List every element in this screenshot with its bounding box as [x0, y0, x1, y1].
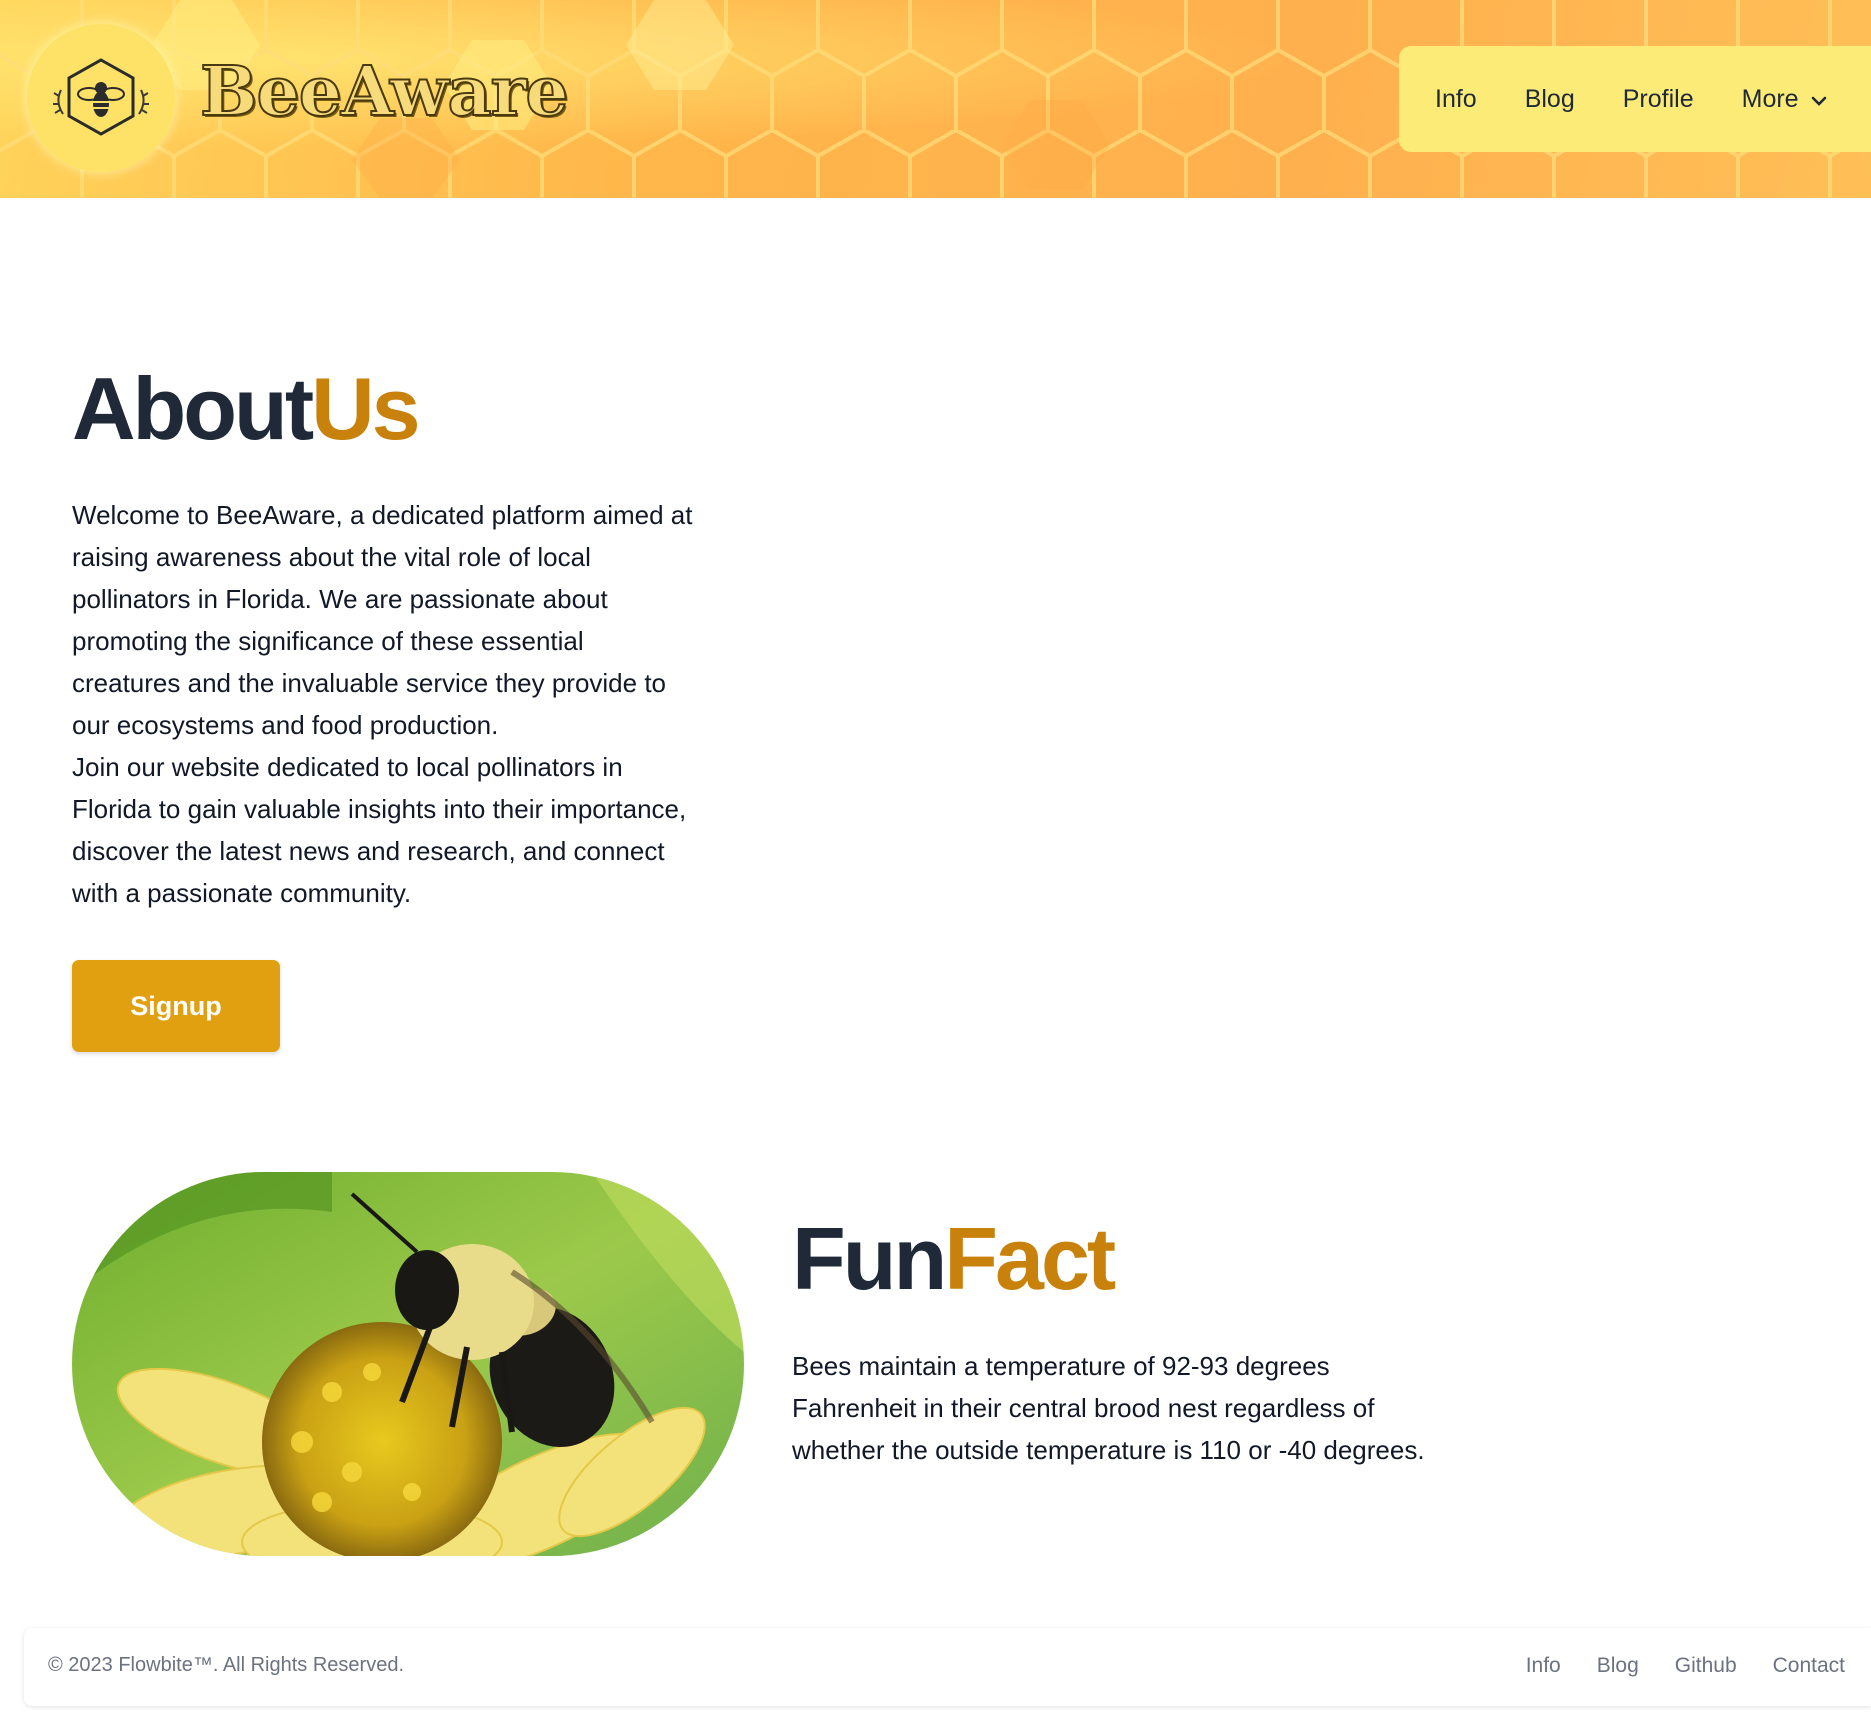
chevron-down-icon [1811, 85, 1827, 114]
footer-link-info[interactable]: Info [1526, 1654, 1561, 1678]
site-footer: © 2023 Flowbite™. All Rights Reserved. I… [24, 1628, 1871, 1706]
about-paragraph-2: Join our website dedicated to local poll… [72, 752, 687, 908]
nav-blog[interactable]: Blog [1525, 85, 1575, 114]
bee-hexagon-icon [53, 58, 149, 136]
nav-more-dropdown[interactable]: More [1742, 85, 1827, 114]
about-description: Welcome to BeeAware, a dedicated platfor… [72, 494, 697, 914]
logo[interactable] [27, 24, 175, 172]
bee-photo [72, 1172, 744, 1556]
brand-name[interactable]: BeeAware [199, 51, 570, 133]
about-paragraph-1: Welcome to BeeAware, a dedicated platfor… [72, 500, 693, 740]
nav-profile[interactable]: Profile [1623, 85, 1694, 114]
fun-fact-text: Bees maintain a temperature of 92-93 deg… [792, 1351, 1425, 1465]
footer-links: Info Blog Github Contact [1490, 1654, 1845, 1678]
about-us-heading: AboutUs [72, 365, 421, 453]
nav-more-label: More [1741, 84, 1799, 113]
nav-info[interactable]: Info [1435, 85, 1477, 114]
copyright-text: © 2023 Flowbite™. All Rights Reserved. [48, 1654, 405, 1676]
signup-button[interactable]: Signup [72, 960, 280, 1052]
fact-title-part1: Fun [792, 1209, 947, 1308]
footer-link-github[interactable]: Github [1675, 1654, 1737, 1678]
about-title-part2: Us [311, 359, 420, 458]
fact-title-part2: Fact [944, 1209, 1116, 1308]
footer-link-contact[interactable]: Contact [1773, 1654, 1845, 1678]
about-title-part1: About [72, 359, 314, 458]
site-header: BeeAware Info Blog Profile More [0, 0, 1871, 198]
main-nav: Info Blog Profile More [1399, 46, 1871, 152]
fun-fact-heading: FunFact [792, 1215, 1116, 1303]
footer-link-blog[interactable]: Blog [1597, 1654, 1639, 1678]
